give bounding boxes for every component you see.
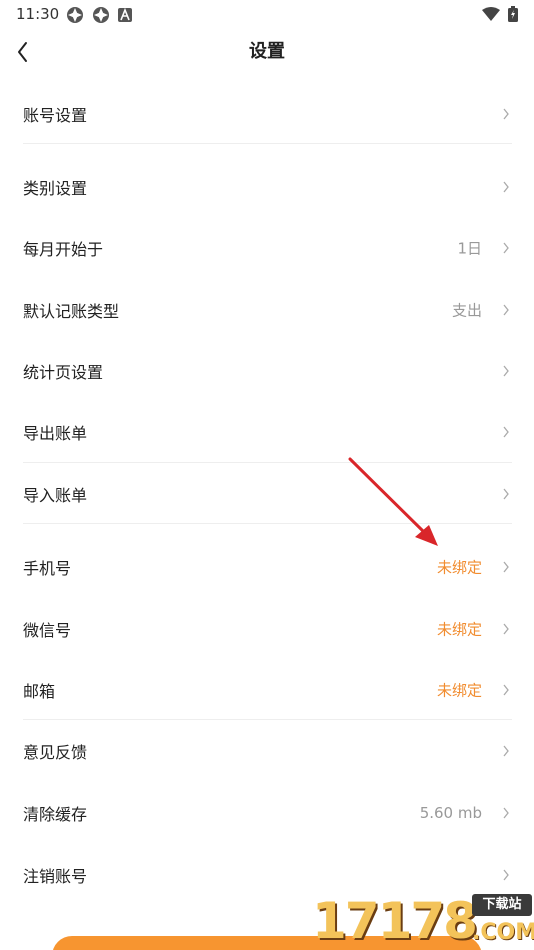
watermark-suffix: .COM — [472, 920, 534, 945]
chevron-right-icon — [503, 242, 509, 253]
row-label: 手机号 — [23, 558, 72, 578]
status-time: 11:30 — [16, 5, 60, 23]
row-label: 账号设置 — [23, 105, 88, 125]
page-title: 设置 — [249, 41, 285, 62]
chevron-right-icon — [503, 181, 509, 192]
chevron-right-icon — [503, 807, 509, 818]
row-label: 注销账号 — [23, 866, 88, 886]
row-value: 支出 — [451, 301, 482, 319]
row-label: 导入账单 — [23, 485, 88, 505]
row-label: 微信号 — [23, 620, 72, 640]
chevron-right-icon — [503, 108, 509, 119]
chevron-right-icon — [503, 623, 509, 634]
row-label: 清除缓存 — [23, 804, 88, 824]
settings-row-wechat[interactable]: 微信号 未绑定 — [0, 598, 534, 659]
row-value: 1日 — [457, 239, 482, 257]
wifi-icon — [482, 7, 500, 21]
divider — [23, 523, 512, 524]
chevron-right-icon — [503, 684, 509, 695]
settings-row-account[interactable]: 账号设置 — [0, 83, 534, 144]
logout-button[interactable] — [52, 936, 482, 950]
settings-row-export[interactable]: 导出账单 — [0, 401, 534, 462]
settings-row-phone[interactable]: 手机号 未绑定 — [0, 536, 534, 597]
chevron-right-icon — [503, 745, 509, 756]
nav-bar: 设置 — [0, 28, 534, 70]
settings-row-month-start[interactable]: 每月开始于 1日 — [0, 217, 534, 278]
chevron-right-icon — [503, 561, 509, 572]
chevron-right-icon — [503, 426, 509, 437]
row-value: 未绑定 — [436, 558, 482, 576]
chevron-right-icon — [503, 365, 509, 376]
settings-row-feedback[interactable]: 意见反馈 — [0, 720, 534, 781]
app-notification-icon — [93, 7, 109, 23]
status-bar: 11:30 — [0, 0, 534, 28]
row-label: 统计页设置 — [23, 362, 104, 382]
status-notifications — [66, 6, 132, 24]
row-label: 类别设置 — [23, 178, 88, 198]
battery-charging-icon — [508, 6, 518, 22]
settings-row-clear-cache[interactable]: 清除缓存 5.60 mb — [0, 782, 534, 843]
settings-row-stats-page[interactable]: 统计页设置 — [0, 340, 534, 401]
settings-row-category[interactable]: 类别设置 — [0, 156, 534, 217]
app-notification-icon — [67, 7, 83, 23]
chevron-right-icon — [503, 869, 509, 880]
a-notification-icon — [118, 8, 132, 22]
settings-row-email[interactable]: 邮箱 未绑定 — [0, 659, 534, 720]
row-value: 5.60 mb — [419, 803, 482, 822]
settings-row-import[interactable]: 导入账单 — [0, 463, 534, 524]
row-label: 每月开始于 — [23, 239, 104, 259]
row-label: 默认记账类型 — [23, 301, 120, 321]
row-label: 意见反馈 — [23, 742, 88, 762]
divider — [23, 143, 512, 144]
row-label: 邮箱 — [23, 681, 56, 701]
row-value: 未绑定 — [436, 620, 482, 638]
row-value: 未绑定 — [436, 681, 482, 699]
chevron-right-icon — [503, 304, 509, 315]
settings-row-delete-account[interactable]: 注销账号 — [0, 844, 534, 905]
chevron-right-icon — [503, 488, 509, 499]
settings-row-default-type[interactable]: 默认记账类型 支出 — [0, 279, 534, 340]
status-system-icons — [482, 6, 518, 22]
row-label: 导出账单 — [23, 423, 88, 443]
